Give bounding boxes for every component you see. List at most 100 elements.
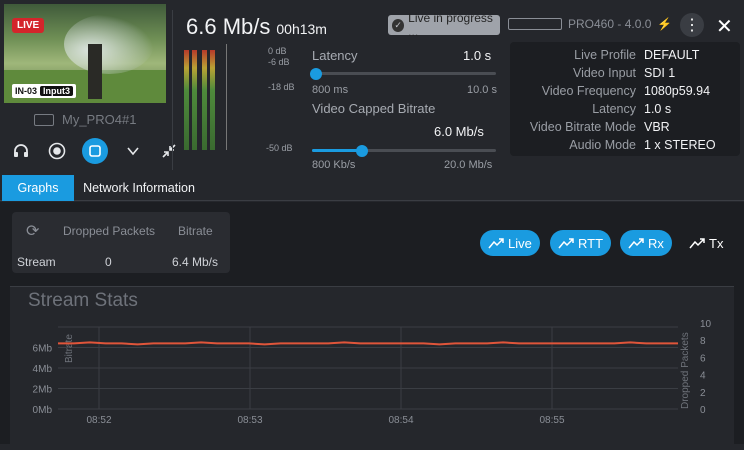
latency-slider-knob[interactable] — [309, 68, 322, 80]
y-tick-label: 0Mb — [33, 405, 53, 416]
capped-bitrate-value: 6.0 Mb/s — [434, 124, 484, 139]
rtt-graph-label: RTT — [578, 235, 604, 251]
bitrate-value: 6.4 Mb/s — [172, 255, 219, 269]
graphs-panel: ⟳ Dropped Packets Bitrate Stream 0 6.4 M… — [0, 202, 744, 444]
close-button[interactable]: ✕ — [716, 14, 733, 39]
stream-info-panel: Live Profile DEFAULT Video Input SDI 1 Vid… — [510, 42, 740, 156]
stop-button[interactable] — [82, 138, 108, 164]
x-tick-label: 08:55 — [539, 415, 564, 426]
tx-graph-label: Tx — [709, 235, 724, 251]
trend-icon — [558, 238, 574, 249]
capped-bitrate-max: 20.0 Mb/s — [444, 159, 493, 171]
tab-bar: Graphs Network Information — [0, 175, 744, 201]
input-tag: Input3 — [40, 86, 74, 96]
latency-max: 10.0 s — [467, 84, 497, 96]
device-name-row: My_PRO4#1 — [34, 112, 136, 127]
rx-graph-button[interactable]: Rx — [620, 230, 672, 256]
bitrate-series-line — [58, 341, 678, 346]
y-tick-label: 6Mb — [33, 344, 53, 355]
info-key: Video Input — [572, 66, 636, 80]
rtt-graph-button[interactable]: RTT — [550, 230, 612, 256]
more-menu-button[interactable]: ⋮ — [680, 13, 704, 37]
column-header: Bitrate — [178, 224, 213, 238]
tab-network-information[interactable]: Network Information — [80, 175, 198, 201]
y-tick-label: 2Mb — [33, 385, 53, 396]
audio-bar — [210, 50, 215, 150]
y2-tick-label: 0 — [700, 405, 706, 416]
latency-value: 1.0 s — [463, 48, 492, 63]
live-graph-label: Live — [508, 235, 532, 251]
scale-label: -50 dB — [266, 143, 293, 153]
rx-graph-label: Rx — [648, 235, 664, 251]
latency-label: Latency — [312, 48, 358, 63]
live-status-text: Live in progress ... — [408, 11, 493, 39]
info-value: SDI 1 — [644, 66, 676, 80]
info-value: 1 x STEREO — [644, 138, 716, 152]
x-tick-label: 08:53 — [237, 415, 262, 426]
y2-tick-label: 10 — [700, 319, 712, 330]
info-key: Audio Mode — [569, 138, 636, 152]
info-key: Video Bitrate Mode — [529, 120, 636, 134]
audio-scale — [226, 44, 227, 150]
capped-bitrate-fill — [312, 149, 362, 152]
stats-table: ⟳ Dropped Packets Bitrate Stream 0 6.4 M… — [12, 212, 230, 273]
audio-bar — [192, 50, 197, 150]
preview-controls — [10, 138, 180, 164]
latency-slider[interactable] — [312, 72, 496, 75]
chart-title: Stream Stats — [28, 290, 138, 311]
device-version-text: PRO460 - 4.0.0 — [568, 17, 652, 31]
dropped-value: 0 — [105, 255, 112, 269]
y2-axis-label: Dropped Packets — [680, 332, 691, 409]
check-icon: ✓ — [392, 18, 405, 32]
x-tick-label: 08:54 — [388, 415, 413, 426]
info-key: Live Profile — [574, 48, 636, 62]
trend-icon — [488, 238, 504, 249]
scale-label: -18 dB — [268, 82, 295, 92]
latency-min: 800 ms — [312, 84, 349, 96]
capped-bitrate-label: Video Capped Bitrate — [312, 101, 436, 116]
tab-graphs[interactable]: Graphs — [2, 175, 74, 201]
y2-tick-label: 2 — [700, 388, 706, 399]
info-value: VBR — [644, 120, 670, 134]
scale-label: -6 dB — [268, 57, 290, 67]
tx-graph-button[interactable]: Tx — [681, 230, 731, 256]
column-header: Dropped Packets — [63, 224, 156, 238]
plug-icon: ⚡ — [657, 17, 673, 31]
info-key: Latency — [592, 102, 636, 116]
live-graph-button[interactable]: Live — [480, 230, 540, 256]
y2-tick-label: 8 — [700, 336, 706, 347]
capped-bitrate-min: 800 Kb/s — [312, 159, 356, 171]
trend-icon — [628, 238, 644, 249]
input-code: IN-03 — [15, 86, 38, 96]
capped-bitrate-knob[interactable] — [355, 145, 368, 157]
headphones-icon[interactable] — [10, 140, 32, 162]
bitrate-value: 6.6 Mb/s — [186, 14, 271, 39]
record-icon[interactable] — [46, 140, 68, 162]
x-tick-label: 08:52 — [86, 415, 111, 426]
y-axis-label: Bitrate — [64, 334, 75, 363]
info-value: 1.0 s — [644, 102, 672, 116]
y-tick-label: 4Mb — [33, 364, 53, 375]
device-name: My_PRO4#1 — [62, 112, 137, 127]
row-label: Stream — [17, 255, 56, 269]
live-badge: LIVE — [12, 18, 45, 33]
audio-bar — [202, 50, 207, 150]
info-value: DEFAULT — [644, 48, 700, 62]
y2-tick-label: 6 — [700, 353, 706, 364]
chevron-down-icon[interactable] — [122, 140, 144, 162]
input-badge: IN-03 Input3 — [12, 84, 77, 98]
top-panel: LIVE IN-03 Input3 My_PRO4#1 6.6 Mb/s 00h1… — [0, 0, 744, 173]
refresh-icon[interactable]: ⟳ — [26, 221, 39, 241]
video-preview[interactable]: LIVE IN-03 Input3 — [4, 4, 166, 103]
device-version: PRO460 - 4.0.0 ⚡ — [508, 17, 672, 31]
info-value: 1080p59.94 — [644, 84, 711, 98]
scale-label: 0 dB — [268, 46, 287, 56]
collapse-icon[interactable] — [158, 140, 180, 162]
duration: 00h13m — [276, 21, 327, 37]
live-status-badge[interactable]: ✓ Live in progress ... — [388, 11, 500, 39]
current-bitrate: 6.6 Mb/s 00h13m — [186, 14, 327, 40]
y2-tick-label: 4 — [700, 371, 706, 382]
trend-icon — [689, 238, 705, 249]
info-key: Video Frequency — [541, 84, 636, 98]
encoder-device-icon — [508, 18, 562, 30]
